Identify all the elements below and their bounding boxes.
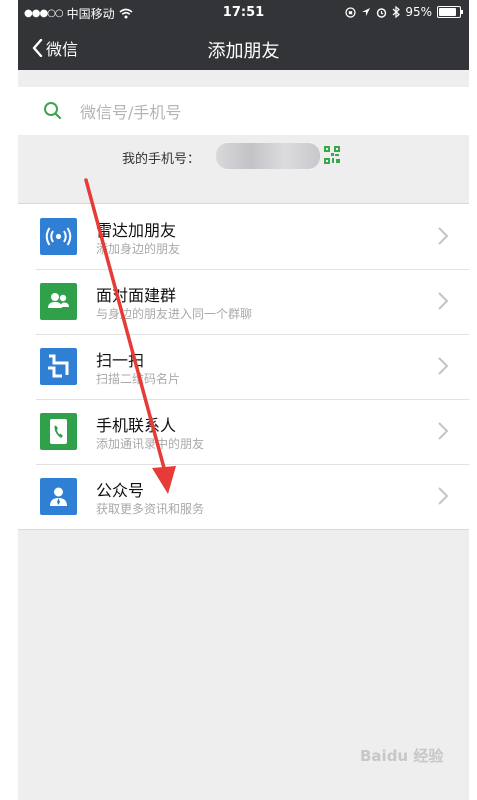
search-icon [44,102,62,120]
chevron-right-icon [438,422,449,440]
group-icon [40,283,77,320]
option-official-accounts[interactable]: 公众号 获取更多资讯和服务 [18,464,469,529]
search-placeholder: 微信号/手机号 [80,103,182,122]
phone-contacts-icon [40,413,77,450]
option-title: 扫一扫 [96,351,145,370]
rotation-lock-icon [345,6,356,18]
nav-bar: 微信 添加朋友 [18,28,469,68]
battery-percent: 95% [405,5,432,19]
status-right: 95% [345,5,463,19]
chevron-right-icon [438,227,449,245]
option-subtitle: 添加通讯录中的朋友 [96,437,205,451]
page-title: 添加朋友 [207,41,280,62]
location-icon [362,8,371,16]
option-scan[interactable]: 扫一扫 扫描二维码名片 [18,334,469,399]
option-title: 雷达加朋友 [96,221,177,240]
chevron-right-icon [438,357,449,375]
qr-code-icon[interactable] [324,146,340,164]
blurred-phone-number [216,143,320,169]
my-phone-label: 我的手机号： [122,152,201,167]
scan-icon [40,348,77,385]
option-phone-contacts[interactable]: 手机联系人 添加通讯录中的朋友 [18,399,469,464]
baidu-watermark: Baidu 经验 [360,745,443,766]
chevron-right-icon [438,487,449,505]
chevron-right-icon [438,292,449,310]
option-title: 面对面建群 [96,286,177,305]
option-title: 公众号 [96,481,145,500]
option-face-to-face-group[interactable]: 面对面建群 与身边的朋友进入同一个群聊 [18,269,469,334]
option-subtitle: 扫描二维码名片 [96,372,181,386]
top-bar: ●●●○○ 中国移动 17:51 95% 微信 添加朋友 [18,0,469,70]
option-subtitle: 与身边的朋友进入同一个群聊 [96,307,253,321]
option-radar[interactable]: 雷达加朋友 添加身边的朋友 [18,204,469,269]
official-account-icon [40,478,77,515]
option-title: 手机联系人 [96,416,177,435]
battery-icon [437,6,463,18]
option-subtitle: 添加身边的朋友 [96,242,181,256]
search-field[interactable]: 微信号/手机号 [18,87,469,135]
option-subtitle: 获取更多资讯和服务 [96,502,205,516]
add-friend-options: 雷达加朋友 添加身边的朋友 面对面建群 与身边的朋友进入同一个群聊 扫一扫 扫描… [18,203,469,530]
status-bar: ●●●○○ 中国移动 17:51 95% [18,0,469,24]
my-phone-row: 我的手机号： [18,140,469,176]
watermark-text: Baidu 经验 [360,747,444,765]
wechat-add-friends-screen: ●●●○○ 中国移动 17:51 95% 微信 添加朋友 微信号/手机号 我的手… [18,0,469,800]
radar-icon [40,218,77,255]
alarm-icon [377,7,387,18]
bluetooth-icon [392,6,401,18]
